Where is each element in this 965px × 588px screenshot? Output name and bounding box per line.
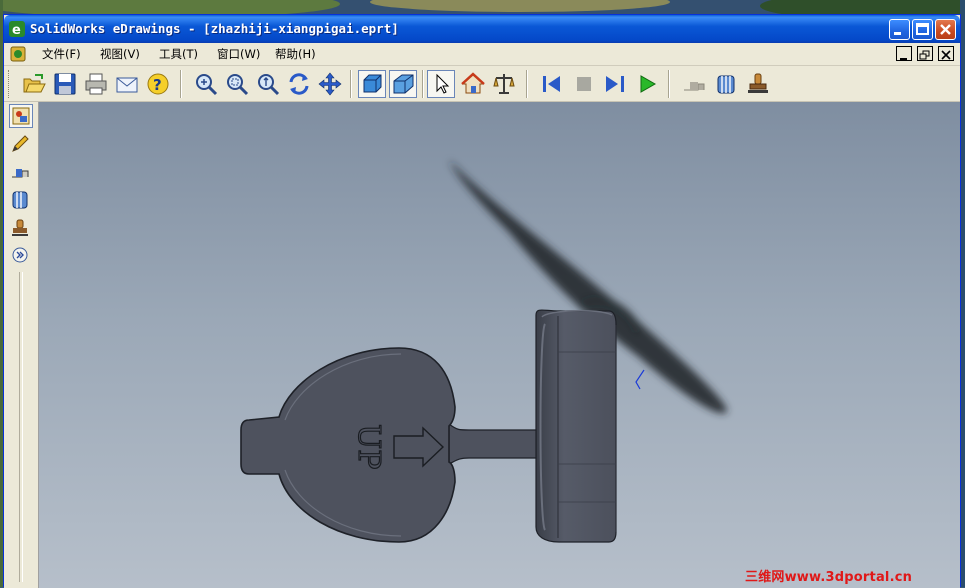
cross-section-icon xyxy=(12,191,28,209)
cross-section-tab[interactable] xyxy=(9,189,33,213)
measure-icon xyxy=(493,74,515,94)
components-tab[interactable] xyxy=(9,104,33,128)
zoom-in-out-button[interactable] xyxy=(254,70,282,98)
menu-help[interactable]: 帮助(H) xyxy=(275,46,316,62)
toolbar-grip[interactable] xyxy=(8,70,12,98)
select-icon xyxy=(436,73,450,94)
play-button[interactable] xyxy=(633,70,661,98)
watermark-text: 三维网www.3dportal.cn xyxy=(745,570,913,585)
engraved-text: UP xyxy=(351,424,386,469)
move-component-icon xyxy=(684,82,705,91)
pan-icon xyxy=(318,72,342,96)
print-button[interactable] xyxy=(82,70,110,98)
zoom-to-area-button[interactable] xyxy=(223,70,251,98)
maximize-button[interactable] xyxy=(912,19,933,40)
stop-button[interactable] xyxy=(570,70,598,98)
pan-button[interactable] xyxy=(316,70,344,98)
side-panel-splitter[interactable] xyxy=(19,272,23,582)
perspective-icon xyxy=(393,74,414,94)
window-title: SolidWorks eDrawings - [zhazhiji-xiangpi… xyxy=(30,21,399,36)
edrawings-app-icon: e xyxy=(9,21,25,37)
section-button[interactable] xyxy=(712,70,740,98)
help-icon: ? xyxy=(147,73,169,95)
zoom-to-fit-button[interactable] xyxy=(192,70,220,98)
svg-text:e: e xyxy=(12,23,21,37)
home-button[interactable] xyxy=(459,70,487,98)
main-toolbar: ? xyxy=(4,66,960,102)
stop-icon xyxy=(577,77,591,91)
email-icon xyxy=(116,77,138,93)
zoom-to-fit-icon xyxy=(196,74,218,96)
toolbar-separator xyxy=(526,70,528,98)
markup-tab[interactable] xyxy=(9,133,33,157)
toolbar-separator xyxy=(350,70,352,98)
side-panel xyxy=(4,102,39,588)
open-button[interactable] xyxy=(20,70,48,98)
document-icon[interactable] xyxy=(10,46,26,62)
move-icon xyxy=(12,169,29,178)
close-icon xyxy=(941,50,951,60)
shaded-button[interactable] xyxy=(358,70,386,98)
model-canvas[interactable]: UP xyxy=(39,102,960,588)
zoom-in-out-icon xyxy=(258,74,280,96)
help-button[interactable]: ? xyxy=(144,70,172,98)
expand-panel-button[interactable] xyxy=(9,245,33,265)
email-button[interactable] xyxy=(113,70,141,98)
3d-viewport[interactable]: UP xyxy=(39,102,960,588)
next-frame-button[interactable] xyxy=(601,70,629,98)
menu-tools[interactable]: 工具(T) xyxy=(159,46,198,62)
save-icon xyxy=(54,73,76,95)
toolbar-separator xyxy=(668,70,670,98)
first-frame-button[interactable] xyxy=(538,70,566,98)
toolbar-separator xyxy=(422,70,424,98)
open-icon xyxy=(23,74,46,93)
maximize-icon xyxy=(916,23,929,35)
rotate-icon xyxy=(289,73,309,95)
section-icon xyxy=(717,75,735,94)
restore-icon xyxy=(919,50,930,60)
perspective-button[interactable] xyxy=(389,70,417,98)
menu-view[interactable]: 视图(V) xyxy=(100,46,140,62)
components-icon xyxy=(12,107,30,125)
toolbar-separator xyxy=(180,70,182,98)
edrawings-window: e SolidWorks eDrawings - [zhazhiji-xiang… xyxy=(3,14,961,588)
stamp-icon xyxy=(12,219,28,236)
zoom-to-area-icon xyxy=(227,74,249,96)
play-icon xyxy=(640,75,657,93)
mdi-restore-button[interactable] xyxy=(917,46,933,61)
stamp-icon xyxy=(748,73,768,93)
title-bar[interactable]: e SolidWorks eDrawings - [zhazhiji-xiang… xyxy=(4,15,960,43)
mdi-minimize-button[interactable] xyxy=(896,46,912,61)
close-button[interactable] xyxy=(935,19,956,40)
stamp-tab[interactable] xyxy=(9,217,33,241)
triad-indicator xyxy=(635,369,645,390)
mdi-close-button[interactable] xyxy=(938,46,954,61)
menu-window[interactable]: 窗口(W) xyxy=(217,46,260,62)
stamp-button[interactable] xyxy=(744,70,772,98)
minimize-button[interactable] xyxy=(889,19,910,40)
move-tab[interactable] xyxy=(9,161,33,185)
markup-icon xyxy=(12,135,29,152)
rubber-cap-part[interactable]: UP xyxy=(240,309,617,543)
save-button[interactable] xyxy=(51,70,79,98)
measure-button[interactable] xyxy=(490,70,518,98)
minimize-icon xyxy=(894,32,901,35)
home-icon xyxy=(461,72,485,94)
svg-text:?: ? xyxy=(153,76,162,94)
first-frame-icon xyxy=(543,76,560,92)
close-icon xyxy=(940,24,951,35)
rotate-button[interactable] xyxy=(285,70,313,98)
menu-file[interactable]: 文件(F) xyxy=(42,46,81,62)
print-icon xyxy=(85,73,107,95)
move-component-button[interactable] xyxy=(680,70,708,98)
menu-bar: 文件(F) 视图(V) 工具(T) 窗口(W) 帮助(H) xyxy=(4,43,960,66)
expand-icon xyxy=(12,247,28,263)
select-button[interactable] xyxy=(427,70,455,98)
shaded-icon xyxy=(363,74,382,93)
next-frame-icon xyxy=(606,76,624,92)
minimize-icon xyxy=(900,58,907,60)
